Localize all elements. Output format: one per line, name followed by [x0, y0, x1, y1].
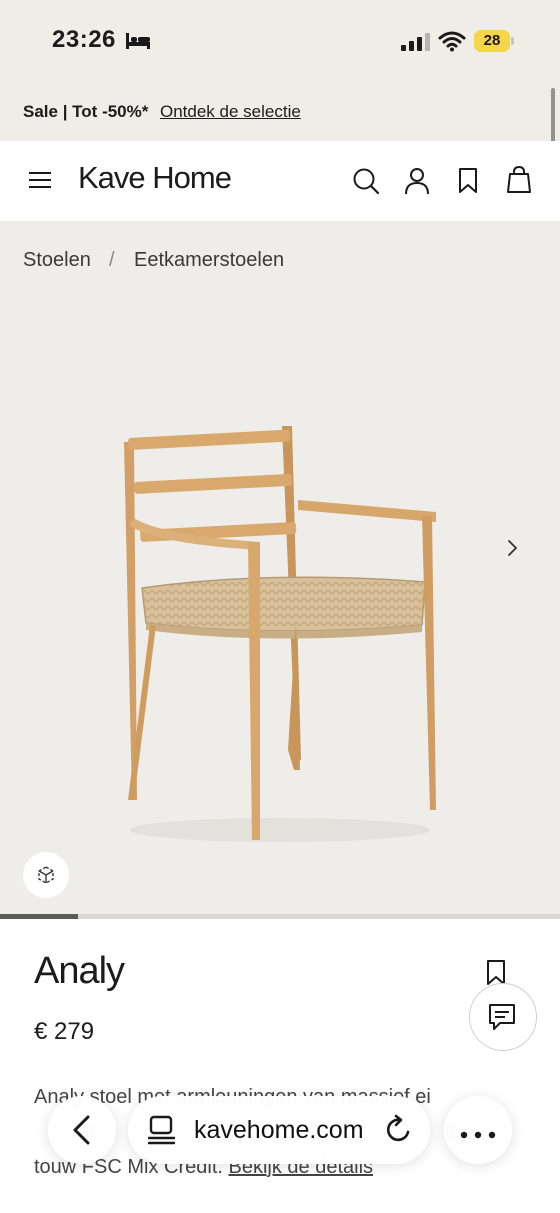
site-logo[interactable]: Kave Home — [78, 160, 232, 196]
wifi-icon — [438, 30, 466, 57]
breadcrumb-item-eetkamerstoelen[interactable]: Eetkamerstoelen — [134, 249, 284, 272]
product-image-chair — [110, 420, 450, 855]
battery-level: 28 — [474, 30, 510, 52]
battery-tip — [511, 37, 514, 45]
more-icon — [460, 1126, 496, 1144]
breadcrumb-separator: / — [109, 249, 115, 271]
menu-icon[interactable] — [28, 170, 52, 195]
gallery-progress-track — [0, 914, 560, 919]
browser-url-text[interactable]: kavehome.com — [194, 1116, 364, 1145]
signal-icon — [400, 32, 430, 57]
status-time: 23:26 — [52, 26, 116, 53]
product-price: € 279 — [34, 1018, 95, 1045]
reload-icon[interactable] — [384, 1114, 414, 1151]
bookmark-icon[interactable] — [458, 168, 478, 199]
search-icon[interactable] — [352, 167, 380, 200]
bag-icon[interactable] — [507, 165, 531, 199]
chevron-right-icon[interactable] — [505, 538, 519, 563]
breadcrumb-item-stoelen[interactable]: Stoelen — [23, 249, 91, 272]
chat-icon — [488, 1003, 516, 1036]
bed-icon — [125, 31, 151, 56]
account-icon[interactable] — [404, 167, 430, 200]
promo-link[interactable]: Ontdek de selectie — [160, 102, 301, 122]
ar-view-icon — [35, 864, 57, 891]
product-name: Analy — [34, 950, 125, 992]
promo-text: Sale | Tot -50%* — [23, 102, 149, 121]
gallery-progress-fill — [0, 914, 78, 919]
back-icon — [70, 1114, 92, 1151]
reader-icon[interactable] — [147, 1115, 176, 1150]
